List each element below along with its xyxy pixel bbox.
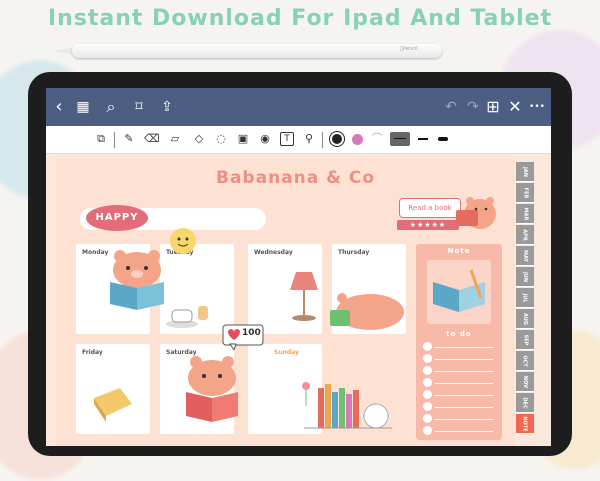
layers-icon[interactable]: ⧉: [94, 132, 108, 146]
todo-item[interactable]: [423, 378, 495, 387]
text-icon[interactable]: T: [280, 132, 294, 146]
todo-line: [435, 395, 493, 396]
todo-checkbox[interactable]: [423, 378, 432, 387]
stroke-width-thick[interactable]: [436, 132, 450, 146]
todo-line: [435, 359, 493, 360]
todo-checkbox[interactable]: [423, 342, 432, 351]
tab-dec[interactable]: DEC: [516, 393, 534, 413]
open-book-sticker: [433, 269, 485, 312]
back-chevron-icon[interactable]: ‹: [50, 98, 68, 116]
color-swatch-black[interactable]: [330, 132, 344, 146]
day-label: Wednesday: [254, 249, 293, 256]
headline: Instant Download For Ipad And Tablet: [47, 6, 553, 31]
app-navbar: ‹ ▦ ⌕ ⌑ ⇪ ↶ ↷ ⊞ ✕ •••: [46, 88, 551, 126]
note-area[interactable]: [427, 260, 491, 324]
todo-checkbox[interactable]: [423, 390, 432, 399]
tab-may[interactable]: MAY: [516, 246, 534, 266]
tablet-screen: ‹ ▦ ⌕ ⌑ ⇪ ↶ ↷ ⊞ ✕ ••• ⧉ ✎ ⌫ ▱ ◇ ◌ ▣ ◉ T …: [46, 88, 551, 446]
tab-apr[interactable]: APR: [516, 225, 534, 245]
todo-item[interactable]: [423, 366, 495, 375]
close-icon[interactable]: ✕: [506, 98, 524, 116]
undo-icon[interactable]: ↶: [442, 98, 460, 116]
bookshelf-cat-sticker: [302, 382, 392, 429]
grid-icon[interactable]: ▦: [74, 98, 92, 116]
lamp-sticker: [290, 272, 318, 321]
todo-checkbox[interactable]: [423, 366, 432, 375]
todo-checkbox[interactable]: [423, 414, 432, 423]
stroke-width-medium[interactable]: [416, 132, 430, 146]
stroke-width-thin-selected[interactable]: [390, 132, 410, 146]
color-swatch-pink[interactable]: [352, 134, 363, 145]
happy-sticker: HAPPY: [86, 205, 148, 231]
stroke-curve-icon[interactable]: ⌒: [370, 132, 384, 146]
todo-item[interactable]: [423, 414, 495, 423]
day-label: Monday: [82, 249, 109, 256]
todo-item[interactable]: [423, 402, 495, 411]
todo-line: [435, 431, 493, 432]
shapes-icon[interactable]: ◇: [192, 132, 206, 146]
highlighter-icon[interactable]: ▱: [168, 132, 182, 146]
day-label: Sunday: [274, 349, 299, 356]
coffee-cup-sticker: [166, 306, 208, 328]
smiley-face-sticker: [170, 228, 196, 254]
note-title: Note: [447, 247, 471, 255]
todo-title: to do: [446, 330, 472, 338]
todo-line: [435, 371, 493, 372]
image-icon[interactable]: ▣: [236, 132, 250, 146]
planner-page[interactable]: Babanana & Co HAPPY Monday Tuesday Wedne…: [56, 158, 514, 446]
toolbar-divider: [322, 132, 323, 148]
bookmark-icon[interactable]: ⌑: [130, 98, 148, 116]
planner-title: Babanana & Co: [216, 168, 376, 188]
todo-line: [435, 407, 493, 408]
todo-item[interactable]: [423, 426, 495, 435]
todo-checkbox[interactable]: [423, 426, 432, 435]
drawing-toolbar: ⧉ ✎ ⌫ ▱ ◇ ◌ ▣ ◉ T ⚲ ⌒: [46, 126, 551, 154]
sleeping-bear-book-sticker: [330, 293, 404, 330]
search-icon[interactable]: ⌕: [102, 98, 120, 116]
todo-item[interactable]: [423, 354, 495, 363]
magic-wand-icon[interactable]: ⚲: [302, 132, 316, 146]
todo-checkbox[interactable]: [423, 402, 432, 411]
tab-note[interactable]: NOTE: [516, 414, 534, 434]
camera-icon[interactable]: ◉: [258, 132, 272, 146]
add-page-icon[interactable]: ⊞: [484, 98, 502, 116]
todo-line: [435, 383, 493, 384]
tab-jan[interactable]: JAN: [516, 162, 534, 182]
likes-count: 100: [242, 328, 261, 338]
pencil-brand: Pencil: [400, 46, 418, 52]
notes-panel: Note to do: [416, 244, 502, 440]
todo-checkbox[interactable]: [423, 354, 432, 363]
more-icon[interactable]: •••: [526, 98, 548, 116]
tab-sep[interactable]: SEP: [516, 330, 534, 350]
day-label: Friday: [82, 349, 103, 356]
tab-feb[interactable]: FEB: [516, 183, 534, 203]
tab-nov[interactable]: NOV: [516, 372, 534, 392]
tab-aug[interactable]: AUG: [516, 309, 534, 329]
pen-icon[interactable]: ✎: [122, 132, 136, 146]
tab-mar[interactable]: MAR: [516, 204, 534, 224]
month-tabs: JAN FEB MAR APR MAY JUN JUL AUG SEP OCT …: [516, 162, 534, 446]
apple-pencil: [72, 44, 442, 58]
tab-jul[interactable]: JUL: [516, 288, 534, 308]
tab-jun[interactable]: JUN: [516, 267, 534, 287]
eraser-icon[interactable]: ⌫: [144, 132, 160, 146]
bear-reading-sticker: [456, 197, 496, 229]
todo-line: [435, 347, 493, 348]
todo-line: [435, 419, 493, 420]
rating-stars: ★★★★★: [397, 220, 459, 230]
toolbar-divider: [114, 132, 115, 148]
day-label: Thursday: [338, 249, 370, 256]
tab-oct[interactable]: OCT: [516, 351, 534, 371]
share-icon[interactable]: ⇪: [158, 98, 176, 116]
lasso-icon[interactable]: ◌: [214, 132, 228, 146]
todo-item[interactable]: [423, 390, 495, 399]
todo-item[interactable]: [423, 342, 495, 351]
bear-reading-red-book-sticker: [186, 356, 238, 422]
folded-box-sticker: [94, 388, 132, 422]
read-a-book-sticker: Read a book: [399, 198, 461, 218]
redo-icon[interactable]: ↷: [464, 98, 482, 116]
